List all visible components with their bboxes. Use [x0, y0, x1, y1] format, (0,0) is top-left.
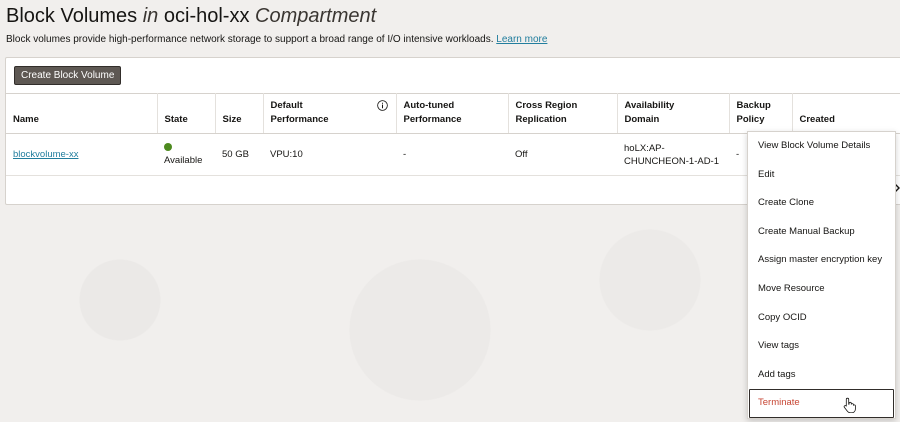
cell-name: blockvolume-xx — [6, 133, 157, 176]
column-header-created[interactable]: Created — [792, 93, 900, 134]
cell-cross-region: Off — [508, 133, 617, 176]
menu-item-terminate[interactable]: Terminate — [749, 389, 894, 418]
column-header-state[interactable]: State — [157, 93, 216, 134]
table-header-row: Name State Size Default Performance Auto-… — [6, 93, 900, 134]
column-header-backup-policy[interactable]: Backup Policy — [729, 93, 793, 134]
column-header-availability-domain[interactable]: Availability Domain — [617, 93, 730, 134]
hand-pointer-icon — [843, 397, 856, 413]
toolbar: Create Block Volume — [6, 58, 900, 93]
info-icon[interactable] — [376, 100, 388, 111]
cell-default-performance: VPU:10 — [263, 133, 396, 176]
column-header-auto-tuned-performance[interactable]: Auto-tuned Performance — [396, 93, 509, 134]
create-block-volume-button[interactable]: Create Block Volume — [14, 66, 122, 85]
block-volume-link[interactable]: blockvolume-xx — [13, 149, 78, 160]
page-title: Block Volumes in oci-hol-xx Compartment — [6, 4, 547, 28]
menu-item-create-manual-backup[interactable]: Create Manual Backup — [748, 218, 895, 247]
menu-item-assign-encryption-key[interactable]: Assign master encryption key — [748, 246, 895, 275]
description-text: Block volumes provide high-performance n… — [6, 34, 494, 45]
page-description: Block volumes provide high-performance n… — [6, 34, 547, 45]
page-title-in: in — [142, 5, 159, 27]
cell-size: 50 GB — [215, 133, 263, 176]
column-header-size[interactable]: Size — [215, 93, 264, 134]
menu-item-add-tags[interactable]: Add tags — [748, 361, 895, 390]
column-header-default-performance[interactable]: Default Performance — [263, 93, 397, 134]
row-actions-menu: View Block Volume Details Edit Create Cl… — [747, 131, 896, 419]
page-title-main: Block Volumes — [6, 5, 138, 27]
cell-availability-domain: hoLX:AP- CHUNCHEON-1-AD-1 — [617, 133, 729, 176]
compartment-name: oci-hol-xx — [163, 5, 250, 27]
menu-item-create-clone[interactable]: Create Clone — [748, 189, 895, 218]
page-title-suffix: Compartment — [255, 5, 377, 27]
column-header-cross-region-replication[interactable]: Cross Region Replication — [508, 93, 618, 134]
menu-item-copy-ocid[interactable]: Copy OCID — [748, 304, 895, 333]
status-dot-icon — [164, 142, 172, 151]
menu-item-move-resource[interactable]: Move Resource — [748, 275, 895, 304]
page-header: Block Volumes in oci-hol-xx Compartment … — [6, 4, 547, 45]
cell-auto-tuned: - — [396, 133, 508, 176]
column-header-name[interactable]: Name — [6, 93, 158, 134]
menu-item-view-details[interactable]: View Block Volume Details — [748, 132, 895, 161]
menu-item-view-tags[interactable]: View tags — [748, 332, 895, 361]
learn-more-link[interactable]: Learn more — [496, 34, 547, 45]
status-text: Available — [164, 154, 203, 166]
menu-item-edit[interactable]: Edit — [748, 161, 895, 190]
cell-state: Available — [157, 133, 215, 176]
